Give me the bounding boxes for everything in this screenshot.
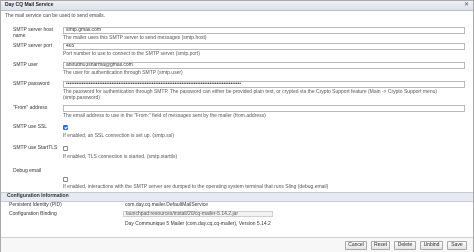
dialog-titlebar: Day CQ Mail Service ✕ [1,1,473,11]
dialog-footer: Cancel Reset Delete Unbind Save [1,237,473,252]
debug-email-label: Debug email [13,168,42,174]
pid-label: Persistent Identity (PID) [9,202,62,208]
from-address-input[interactable] [63,105,465,112]
binding-value[interactable]: launchpad:resources/install/20/cq-mailer… [123,211,273,217]
pid-value: com.day.cq.mailer.DefaultMailService [125,202,208,208]
smtp-user-label: SMTP user [13,62,38,68]
reset-button[interactable]: Reset [371,241,390,250]
smtp-starttls-label: SMTP use StartTLS [13,145,58,151]
dialog-description: The mail service can be used to send ema… [5,13,106,19]
smtp-port-hint: Port number to use to connect to the SMT… [63,51,200,57]
delete-button[interactable]: Delete [394,241,416,250]
debug-email-hint: If enabled, interactions with the SMTP s… [63,184,329,190]
from-address-hint: The email address to use in the "From:" … [63,113,266,119]
smtp-user-input[interactable]: anirudh03sharma@gmail.com [63,62,465,69]
smtp-user-hint: The user for authentication through SMTP… [63,70,183,76]
smtp-ssl-checkbox[interactable] [63,125,68,130]
debug-email-checkbox[interactable] [63,177,68,182]
smtp-port-input[interactable]: 465 [63,43,465,50]
bundle-value: Day Communique 5 Mailer (com.day.cq.cq-m… [125,221,271,227]
unbind-button[interactable]: Unbind [420,241,443,250]
from-address-label: "From" address [13,105,48,111]
smtp-ssl-label: SMTP use SSL [13,124,48,130]
configuration-section-header: Configuration Information [1,192,473,202]
smtp-password-hint-line1: The password for authentication through … [63,89,438,95]
smtp-starttls-hint: If enabled, TLS connection is started. (… [63,154,178,160]
smtp-port-label: SMTP server port [13,43,53,49]
binding-label: Configuration Binding [9,211,57,217]
smtp-starttls-checkbox[interactable] [63,146,68,151]
configuration-heading: Configuration Information [7,193,69,199]
smtp-password-hint-line2: (smtp.password) [63,95,100,101]
smtp-password-input[interactable]: ••••••••••••••••••••••••••••••••••••••••… [63,81,465,88]
save-button[interactable]: Save [447,241,467,250]
smtp-password-label: SMTP password [13,81,50,87]
smtp-host-input[interactable]: smtp.gmail.com [63,27,465,34]
smtp-host-label: SMTP server host name [13,27,67,40]
smtp-host-hint: The mailer uses this SMTP server to send… [63,35,207,41]
smtp-host-label-line2: name [13,32,26,39]
close-icon[interactable]: ✕ [464,2,469,9]
cancel-button[interactable]: Cancel [345,241,367,250]
smtp-ssl-hint: If enabled, an SSL connection is set up.… [63,133,174,139]
dialog-title: Day CQ Mail Service [5,2,54,8]
mail-service-dialog: Day CQ Mail Service ✕ The mail service c… [0,0,474,252]
